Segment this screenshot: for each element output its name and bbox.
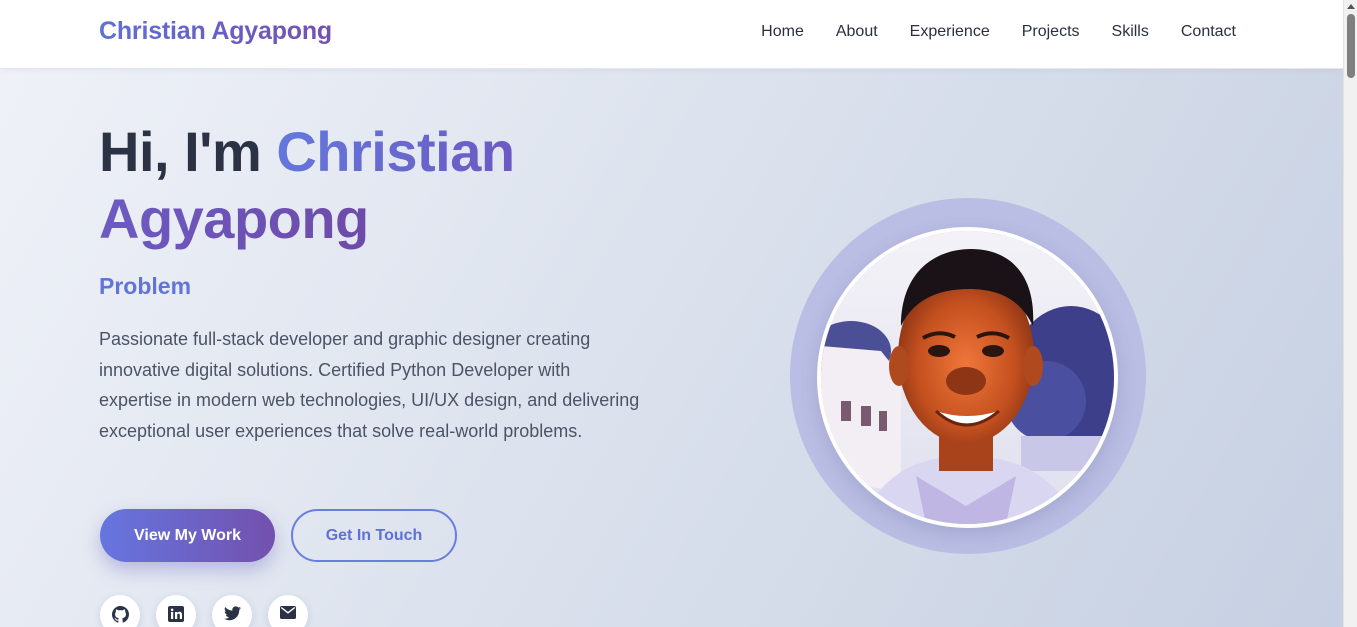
hero-title: Hi, I'm Christian Agyapong <box>99 118 699 252</box>
scroll-up-arrow-icon[interactable] <box>1347 4 1355 9</box>
github-icon <box>111 606 129 623</box>
page-scrollbar[interactable] <box>1343 0 1357 627</box>
nav-experience[interactable]: Experience <box>910 23 990 41</box>
profile-photo <box>817 227 1118 528</box>
page: Christian Agyapong Home About Experience… <box>0 0 1343 627</box>
main-nav: Home About Experience Projects Skills Co… <box>761 23 1236 41</box>
nav-home[interactable]: Home <box>761 23 804 41</box>
hero-greeting: Hi, I'm <box>99 120 262 183</box>
brand-logo[interactable]: Christian Agyapong <box>99 17 332 46</box>
linkedin-icon <box>168 606 184 622</box>
social-links <box>100 595 308 627</box>
email-icon <box>280 606 296 619</box>
get-in-touch-button[interactable]: Get In Touch <box>291 509 457 562</box>
linkedin-link[interactable] <box>156 595 196 627</box>
hero-description: Passionate full-stack developer and grap… <box>99 329 640 441</box>
twitter-link[interactable] <box>212 595 252 627</box>
nav-about[interactable]: About <box>836 23 878 41</box>
hero-role: Problem <box>99 273 192 299</box>
nav-contact[interactable]: Contact <box>1181 23 1236 41</box>
email-link[interactable] <box>268 595 308 627</box>
nav-projects[interactable]: Projects <box>1022 23 1080 41</box>
github-link[interactable] <box>100 595 140 627</box>
nav-skills[interactable]: Skills <box>1112 23 1149 41</box>
view-work-button[interactable]: View My Work <box>100 509 275 562</box>
navbar: Christian Agyapong Home About Experience… <box>0 0 1343 69</box>
scroll-thumb[interactable] <box>1347 14 1355 78</box>
twitter-icon <box>223 606 241 621</box>
